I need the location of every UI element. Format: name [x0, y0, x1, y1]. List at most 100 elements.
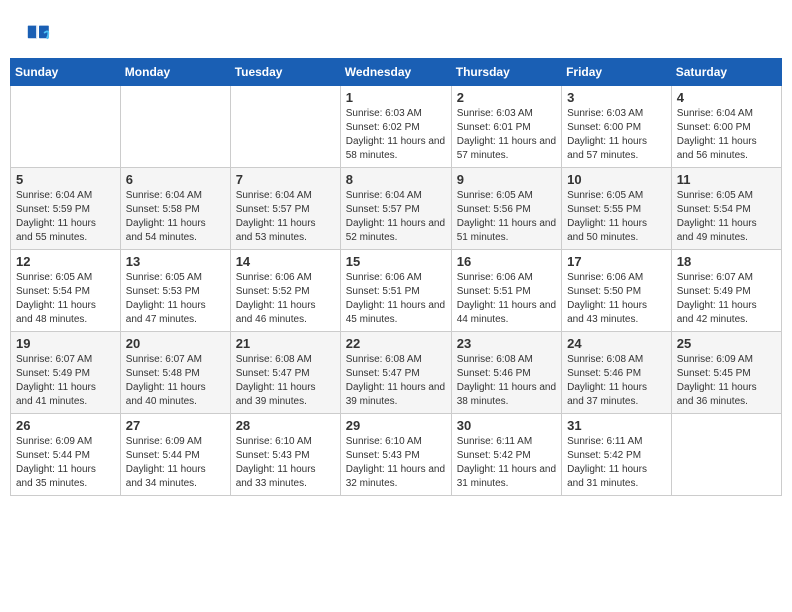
calendar-cell: 21 Sunrise: 6:08 AM Sunset: 5:47 PM Dayli… [230, 332, 340, 414]
calendar-cell: 5 Sunrise: 6:04 AM Sunset: 5:59 PM Daylig… [11, 168, 121, 250]
day-info: Sunrise: 6:06 AM Sunset: 5:51 PM Dayligh… [346, 271, 446, 327]
day-info: Sunrise: 6:05 AM Sunset: 5:55 PM Dayligh… [567, 189, 666, 245]
calendar-cell: 22 Sunrise: 6:08 AM Sunset: 5:47 PM Dayli… [340, 332, 451, 414]
day-header-saturday: Saturday [671, 59, 781, 86]
calendar-cell: 13 Sunrise: 6:05 AM Sunset: 5:53 PM Dayli… [120, 250, 230, 332]
day-number: 19 [16, 336, 115, 351]
calendar-cell [230, 86, 340, 168]
calendar-cell: 2 Sunrise: 6:03 AM Sunset: 6:01 PM Daylig… [451, 86, 561, 168]
day-number: 11 [677, 172, 776, 187]
calendar-cell: 11 Sunrise: 6:05 AM Sunset: 5:54 PM Dayli… [671, 168, 781, 250]
calendar-cell: 20 Sunrise: 6:07 AM Sunset: 5:48 PM Dayli… [120, 332, 230, 414]
calendar-cell [120, 86, 230, 168]
day-header-thursday: Thursday [451, 59, 561, 86]
calendar-cell: 10 Sunrise: 6:05 AM Sunset: 5:55 PM Dayli… [562, 168, 672, 250]
calendar-cell: 23 Sunrise: 6:08 AM Sunset: 5:46 PM Dayli… [451, 332, 561, 414]
day-number: 13 [126, 254, 225, 269]
day-info: Sunrise: 6:03 AM Sunset: 6:01 PM Dayligh… [457, 107, 556, 163]
day-number: 4 [677, 90, 776, 105]
calendar-cell: 17Sunrise: 6:06 AM Sunset: 5:50 PM Dayli… [562, 250, 672, 332]
day-number: 1 [346, 90, 446, 105]
day-info: Sunrise: 6:04 AM Sunset: 6:00 PM Dayligh… [677, 107, 776, 163]
day-info: Sunrise: 6:06 AM Sunset: 5:50 PM Dayligh… [567, 271, 666, 327]
day-number: 20 [126, 336, 225, 351]
calendar-cell: 14 Sunrise: 6:06 AM Sunset: 5:52 PM Dayli… [230, 250, 340, 332]
day-header-sunday: Sunday [11, 59, 121, 86]
day-info: Sunrise: 6:07 AM Sunset: 5:48 PM Dayligh… [126, 353, 225, 409]
day-number: 10 [567, 172, 666, 187]
day-info: Sunrise: 6:07 AM Sunset: 5:49 PM Dayligh… [16, 353, 115, 409]
day-number: 6 [126, 172, 225, 187]
day-info: Sunrise: 6:06 AM Sunset: 5:52 PM Dayligh… [236, 271, 335, 327]
day-number: 2 [457, 90, 556, 105]
day-info: Sunrise: 6:08 AM Sunset: 5:46 PM Dayligh… [457, 353, 556, 409]
day-info: Sunrise: 6:08 AM Sunset: 5:47 PM Dayligh… [346, 353, 446, 409]
calendar-cell: 26Sunrise: 6:09 AM Sunset: 5:44 PM Dayli… [11, 414, 121, 496]
calendar-header-row: SundayMondayTuesdayWednesdayThursdayFrid… [11, 59, 782, 86]
day-header-monday: Monday [120, 59, 230, 86]
day-info: Sunrise: 6:04 AM Sunset: 5:57 PM Dayligh… [346, 189, 446, 245]
calendar-cell: 6 Sunrise: 6:04 AM Sunset: 5:58 PM Daylig… [120, 168, 230, 250]
calendar-cell: 29 Sunrise: 6:10 AM Sunset: 5:43 PM Dayli… [340, 414, 451, 496]
day-number: 21 [236, 336, 335, 351]
calendar-week-row: 1 Sunrise: 6:03 AM Sunset: 6:02 PM Daylig… [11, 86, 782, 168]
day-info: Sunrise: 6:08 AM Sunset: 5:47 PM Dayligh… [236, 353, 335, 409]
day-header-friday: Friday [562, 59, 672, 86]
calendar-cell: 27Sunrise: 6:09 AM Sunset: 5:44 PM Dayli… [120, 414, 230, 496]
calendar-cell: 16Sunrise: 6:06 AM Sunset: 5:51 PM Dayli… [451, 250, 561, 332]
calendar-week-row: 5 Sunrise: 6:04 AM Sunset: 5:59 PM Daylig… [11, 168, 782, 250]
day-info: Sunrise: 6:08 AM Sunset: 5:46 PM Dayligh… [567, 353, 666, 409]
day-number: 31 [567, 418, 666, 433]
calendar-cell: 4 Sunrise: 6:04 AM Sunset: 6:00 PM Daylig… [671, 86, 781, 168]
day-info: Sunrise: 6:05 AM Sunset: 5:54 PM Dayligh… [16, 271, 115, 327]
day-number: 26 [16, 418, 115, 433]
day-info: Sunrise: 6:05 AM Sunset: 5:54 PM Dayligh… [677, 189, 776, 245]
calendar-cell: 15 Sunrise: 6:06 AM Sunset: 5:51 PM Dayli… [340, 250, 451, 332]
calendar-cell: 18Sunrise: 6:07 AM Sunset: 5:49 PM Dayli… [671, 250, 781, 332]
logo-icon [25, 20, 53, 48]
day-number: 24 [567, 336, 666, 351]
day-header-tuesday: Tuesday [230, 59, 340, 86]
calendar-cell: 7 Sunrise: 6:04 AM Sunset: 5:57 PM Daylig… [230, 168, 340, 250]
day-number: 7 [236, 172, 335, 187]
day-number: 5 [16, 172, 115, 187]
calendar-cell: 24 Sunrise: 6:08 AM Sunset: 5:46 PM Dayli… [562, 332, 672, 414]
day-info: Sunrise: 6:11 AM Sunset: 5:42 PM Dayligh… [457, 435, 556, 491]
day-info: Sunrise: 6:06 AM Sunset: 5:51 PM Dayligh… [457, 271, 556, 327]
calendar-cell: 9 Sunrise: 6:05 AM Sunset: 5:56 PM Daylig… [451, 168, 561, 250]
day-number: 18 [677, 254, 776, 269]
day-number: 14 [236, 254, 335, 269]
day-info: Sunrise: 6:10 AM Sunset: 5:43 PM Dayligh… [346, 435, 446, 491]
calendar-cell [11, 86, 121, 168]
day-number: 15 [346, 254, 446, 269]
day-info: Sunrise: 6:04 AM Sunset: 5:58 PM Dayligh… [126, 189, 225, 245]
day-number: 29 [346, 418, 446, 433]
calendar-cell: 31Sunrise: 6:11 AM Sunset: 5:42 PM Dayli… [562, 414, 672, 496]
day-number: 30 [457, 418, 556, 433]
day-info: Sunrise: 6:04 AM Sunset: 5:57 PM Dayligh… [236, 189, 335, 245]
day-info: Sunrise: 6:03 AM Sunset: 6:02 PM Dayligh… [346, 107, 446, 163]
day-number: 28 [236, 418, 335, 433]
calendar-table: SundayMondayTuesdayWednesdayThursdayFrid… [10, 58, 782, 496]
calendar-cell: 25 Sunrise: 6:09 AM Sunset: 5:45 PM Dayli… [671, 332, 781, 414]
day-number: 22 [346, 336, 446, 351]
day-info: Sunrise: 6:10 AM Sunset: 5:43 PM Dayligh… [236, 435, 335, 491]
calendar-week-row: 12 Sunrise: 6:05 AM Sunset: 5:54 PM Dayli… [11, 250, 782, 332]
day-number: 12 [16, 254, 115, 269]
calendar-cell: 30 Sunrise: 6:11 AM Sunset: 5:42 PM Dayli… [451, 414, 561, 496]
calendar-week-row: 26 Sunrise: 6:09 AM Sunset: 5:44 PM Dayli… [11, 414, 782, 496]
day-info: Sunrise: 6:09 AM Sunset: 5:44 PM Dayligh… [126, 435, 225, 491]
calendar-cell: 12 Sunrise: 6:05 AM Sunset: 5:54 PM Dayli… [11, 250, 121, 332]
day-info: Sunrise: 6:05 AM Sunset: 5:56 PM Dayligh… [457, 189, 556, 245]
day-info: Sunrise: 6:05 AM Sunset: 5:53 PM Dayligh… [126, 271, 225, 327]
calendar-cell: 8Sunrise: 6:04 AM Sunset: 5:57 PM Daylig… [340, 168, 451, 250]
day-number: 23 [457, 336, 556, 351]
calendar-cell [671, 414, 781, 496]
calendar-cell: 3Sunrise: 6:03 AM Sunset: 6:00 PM Daylig… [562, 86, 672, 168]
day-number: 25 [677, 336, 776, 351]
day-info: Sunrise: 6:03 AM Sunset: 6:00 PM Dayligh… [567, 107, 666, 163]
calendar-cell: 1 Sunrise: 6:03 AM Sunset: 6:02 PM Daylig… [340, 86, 451, 168]
day-info: Sunrise: 6:09 AM Sunset: 5:45 PM Dayligh… [677, 353, 776, 409]
day-info: Sunrise: 6:04 AM Sunset: 5:59 PM Dayligh… [16, 189, 115, 245]
day-number: 9 [457, 172, 556, 187]
